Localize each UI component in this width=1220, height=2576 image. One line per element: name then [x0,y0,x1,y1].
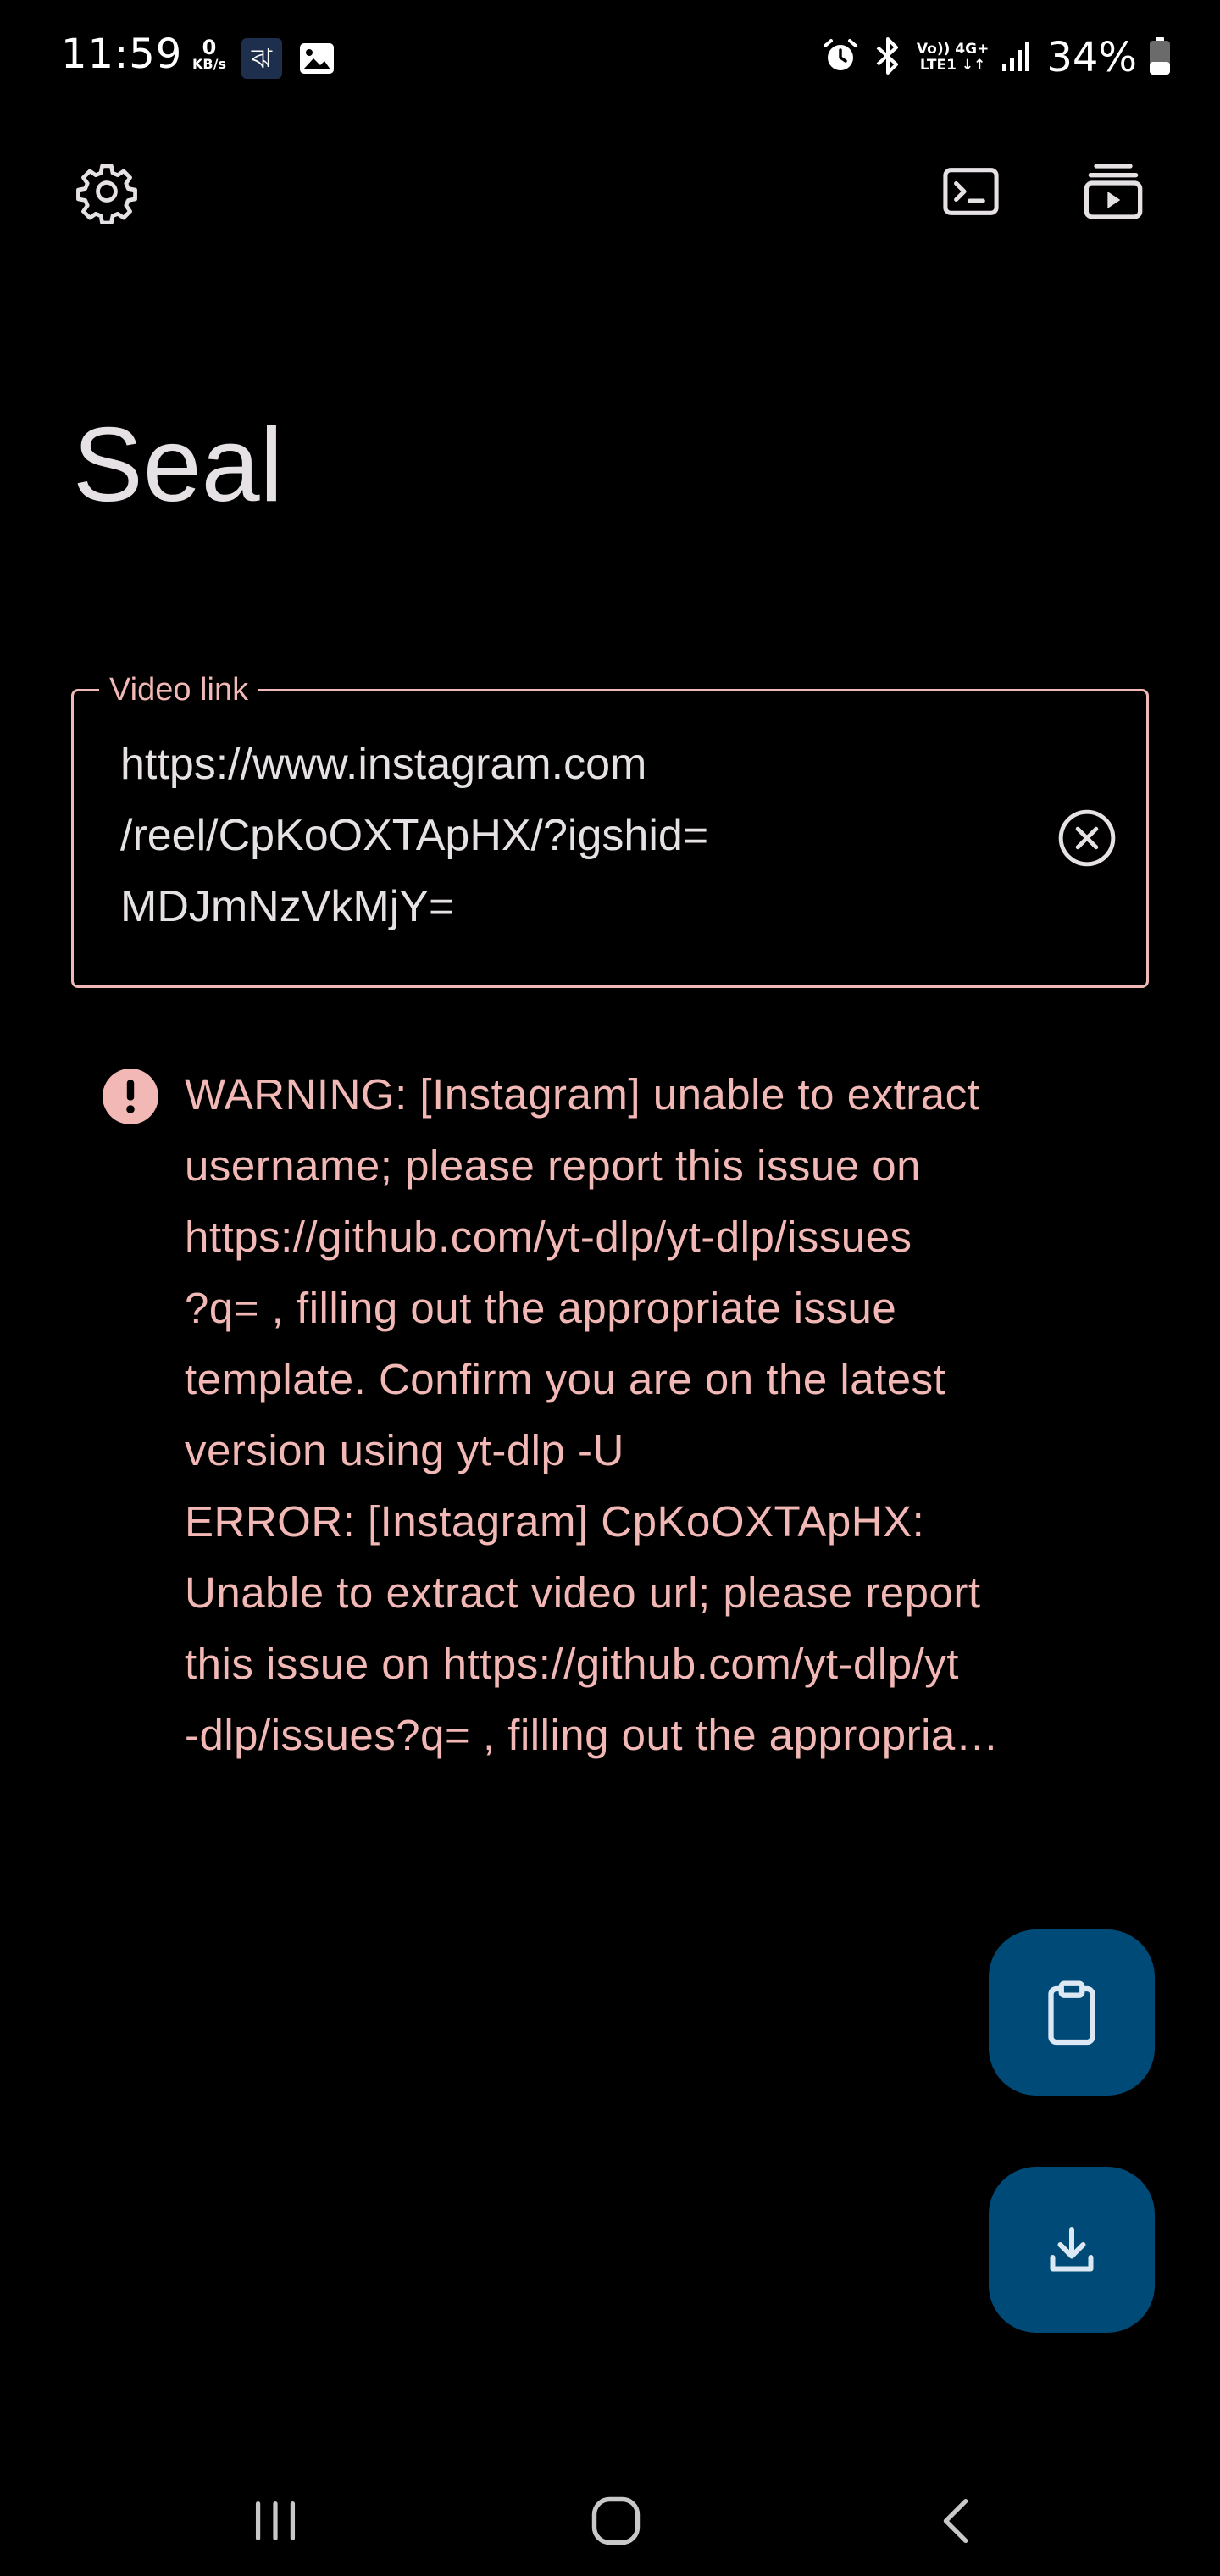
app-notification-icon: ঝ [241,38,282,79]
navigation-bar [0,2457,1220,2576]
network-top-text: Vo)) 4G+ [916,41,990,58]
gear-icon [76,164,137,224]
status-icons: Vo)) 4G+ LTE1 ↓↑ 34% [822,31,1171,85]
video-link-input[interactable]: https://www.instagram.com /reel/CpKoOXTA… [120,729,1018,942]
error-message: WARNING: [Instagram] unable to extract u… [185,1059,1151,1771]
clear-link-button[interactable] [1045,796,1129,880]
error-line: version using yt-dlp -U [185,1426,624,1474]
terminal-button[interactable] [930,151,1012,232]
status-bar: 11:59 0 KB/s ঝ Vo)) 4G+ LTE1 ↓↑ 34% [0,0,1220,119]
clipboard-icon [1048,1980,1095,2046]
error-line: ERROR: [Instagram] CpKoOXTApHX: [185,1497,925,1546]
recents-button[interactable] [229,2474,322,2568]
paste-button[interactable] [989,1929,1155,2096]
home-button[interactable] [569,2474,663,2568]
network-speed: 0 KB/s [188,37,230,71]
error-line: -dlp/issues?q= , filling out the appropr… [185,1711,1000,1759]
battery-icon [1149,36,1171,79]
error-icon [100,1066,161,1127]
error-line: this issue on https://github.com/yt-dlp/… [185,1640,959,1688]
terminal-icon [943,168,999,215]
bluetooth-icon [871,36,905,80]
status-time: 11:59 [61,31,183,78]
error-line: username; please report this issue on [185,1141,921,1190]
page-title: Seal [73,407,284,524]
alarm-icon [822,37,859,78]
recents-icon [255,2501,296,2541]
error-line: template. Confirm you are on the latest [185,1355,946,1403]
back-icon [943,2499,968,2543]
signal-icon [1001,39,1034,76]
gallery-icon [297,38,337,79]
download-queue-button[interactable] [1073,151,1154,232]
clear-circle-icon [1058,809,1116,867]
home-icon [591,2496,640,2545]
video-link-line: MDJmNzVkMjY= [120,882,455,931]
network-bottom-text: LTE1 ↓↑ [919,57,986,74]
network-indicator: Vo)) 4G+ LTE1 ↓↑ [917,42,989,73]
download-queue-icon [1084,164,1143,219]
video-link-label: Video link [99,670,259,709]
download-button[interactable] [989,2167,1155,2333]
battery-percent: 34% [1046,34,1137,81]
settings-button[interactable] [66,151,147,232]
error-line: https://github.com/yt-dlp/yt-dlp/issues [185,1213,912,1261]
back-button[interactable] [912,2474,1005,2568]
error-line: WARNING: [Instagram] unable to extract [185,1070,980,1119]
download-icon [1050,2227,1094,2272]
network-speed-value: 0 [202,36,217,59]
error-line: ?q= , filling out the appropriate issue [185,1284,897,1332]
video-link-field[interactable]: Video link https://www.instagram.com /re… [71,670,1149,988]
video-link-line: https://www.instagram.com [120,740,647,789]
video-link-line: /reel/CpKoOXTApHX/?igshid= [120,811,709,860]
network-speed-unit: KB/s [192,56,226,72]
error-line: Unable to extract video url; please repo… [185,1568,981,1617]
